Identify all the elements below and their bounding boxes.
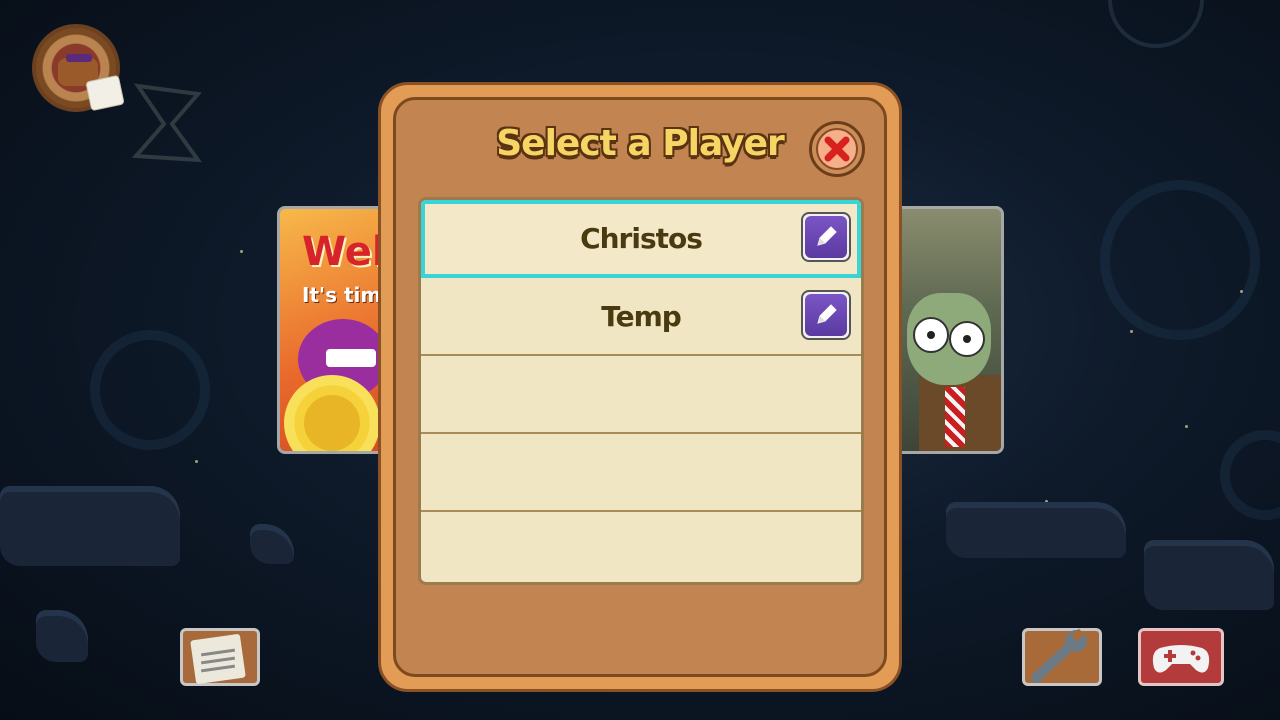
pencil-icon [817,304,837,324]
floating-rock [946,502,1126,558]
star [240,250,243,253]
news-button[interactable] [180,628,260,686]
star [1240,290,1243,293]
star [195,460,198,463]
game-controller-icon [1152,645,1210,673]
player-name [421,434,861,510]
floating-rock [1144,540,1274,610]
empty-player-slot[interactable] [421,434,861,512]
clock-decoration [1108,0,1204,48]
player-name: Temp [601,299,682,333]
profile-avatar-button[interactable] [32,24,125,112]
welcome-subline: It's tim [302,283,382,307]
floating-rock [36,610,88,662]
hourglass-icon [131,83,203,163]
edit-player-button[interactable] [801,212,851,262]
player-list: Christos Temp [418,197,864,585]
welcome-headline: Welc [302,229,384,275]
player-name [421,512,861,582]
edit-player-button[interactable] [801,290,851,340]
swirl-decoration [1100,180,1260,340]
empty-player-slot[interactable] [421,512,861,582]
swirl-decoration [90,330,210,450]
close-button[interactable] [809,121,865,177]
floating-rock [0,486,180,566]
zombie-eye [949,321,985,357]
select-player-dialog: Select a Player Christos Temp [378,82,902,692]
swirl-decoration [1220,430,1280,520]
player-row[interactable]: Temp [421,278,861,356]
game-controller-button[interactable] [1138,628,1224,686]
wrench-icon [1031,628,1087,683]
zombie-eye [913,317,949,353]
player-name: Christos [580,221,703,255]
floating-rock [250,524,294,564]
player-name [421,356,861,432]
star [1130,330,1133,333]
settings-button[interactable] [1022,628,1102,686]
sunflower-face [304,395,360,451]
empty-player-slot[interactable] [421,356,861,434]
zombie-card[interactable] [894,206,1004,454]
pencil-icon [817,226,837,246]
welcome-card[interactable]: Welc It's tim [277,206,387,454]
close-icon [824,136,850,162]
chomper-teeth [326,349,376,367]
player-row[interactable]: Christos [421,200,861,278]
sunglasses-icon [66,54,92,62]
zombie-tie [945,387,965,447]
star [1185,425,1188,428]
